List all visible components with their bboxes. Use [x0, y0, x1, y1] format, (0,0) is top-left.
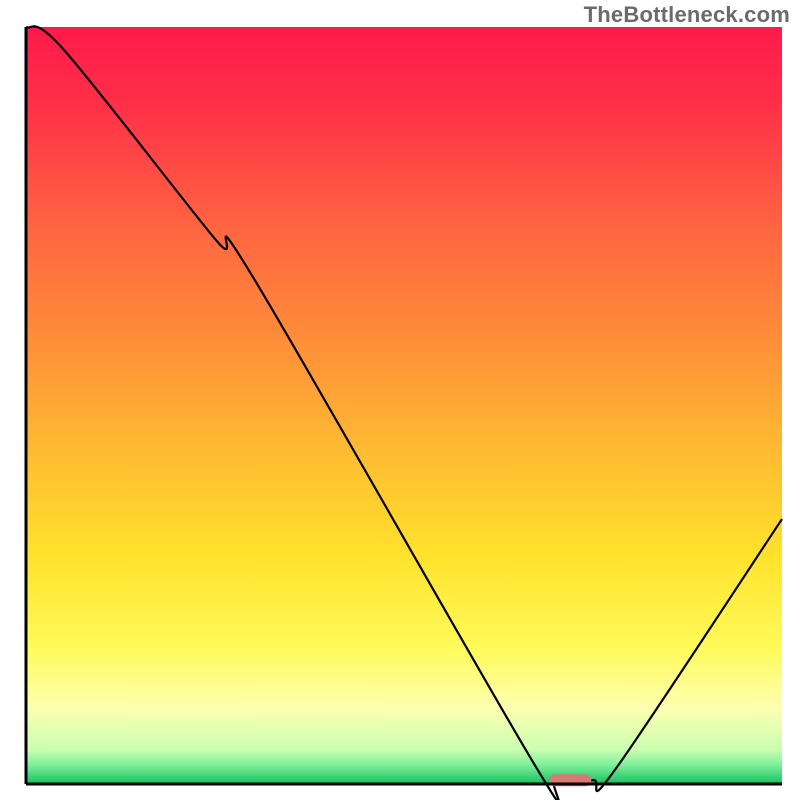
chart-container: TheBottleneck.com	[0, 0, 800, 800]
watermark-text: TheBottleneck.com	[584, 2, 790, 28]
bottleneck-chart	[0, 0, 800, 800]
plot-background	[26, 27, 782, 784]
